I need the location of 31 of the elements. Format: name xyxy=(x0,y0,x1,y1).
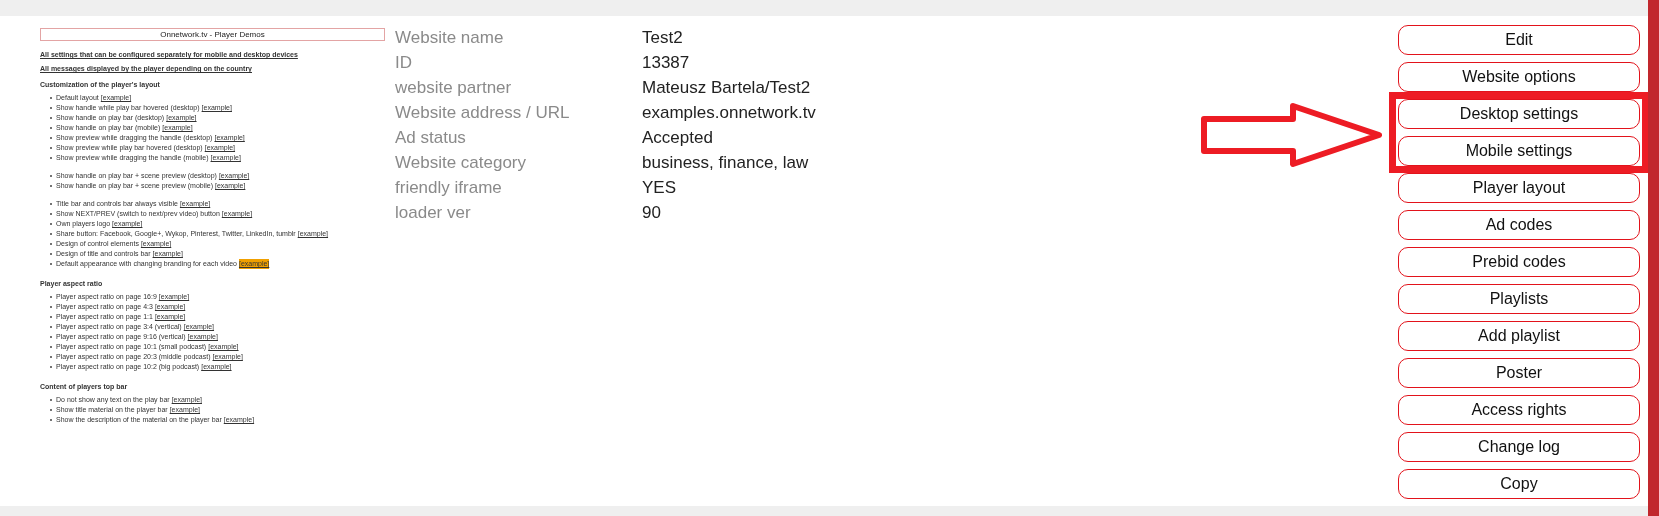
field-label: loader ver xyxy=(395,201,472,224)
menu-button[interactable]: Poster xyxy=(1398,358,1640,388)
field-label: Website category xyxy=(395,151,528,174)
field-label: ID xyxy=(395,51,413,74)
menu-button[interactable]: Ad codes xyxy=(1398,210,1640,240)
field-value: Test2 xyxy=(642,26,683,49)
menu-button[interactable]: Player layout xyxy=(1398,173,1640,203)
menu-button[interactable]: Copy xyxy=(1398,469,1640,499)
field-label: friendly iframe xyxy=(395,176,503,199)
menu-button[interactable]: Add playlist xyxy=(1398,321,1640,351)
field-value: Mateusz Bartela/Test2 xyxy=(642,76,811,99)
field-value: Accepted xyxy=(642,126,713,149)
menu-button[interactable]: Mobile settings xyxy=(1398,136,1640,166)
field-label: website partner xyxy=(395,76,513,99)
field-value: examples.onnetwork.tv xyxy=(642,101,816,124)
arrow-icon xyxy=(1200,102,1384,168)
field-value: business, finance, law xyxy=(642,151,809,174)
field-label: Ad status xyxy=(395,126,467,149)
field-value: 13387 xyxy=(642,51,690,74)
menu-button[interactable]: Prebid codes xyxy=(1398,247,1640,277)
field-label: Website name xyxy=(395,26,505,49)
menu-button[interactable]: Edit xyxy=(1398,25,1640,55)
field-value: 90 xyxy=(642,201,661,224)
menu-button[interactable]: Playlists xyxy=(1398,284,1640,314)
preview-title: Onnetwork.tv - Player Demos xyxy=(40,28,385,41)
menu-button[interactable]: Change log xyxy=(1398,432,1640,462)
menu-button[interactable]: Website options xyxy=(1398,62,1640,92)
menu-button[interactable]: Access rights xyxy=(1398,395,1640,425)
field-value: YES xyxy=(642,176,677,199)
menu-button[interactable]: Desktop settings xyxy=(1398,99,1640,129)
field-label: Website address / URL xyxy=(395,101,571,124)
